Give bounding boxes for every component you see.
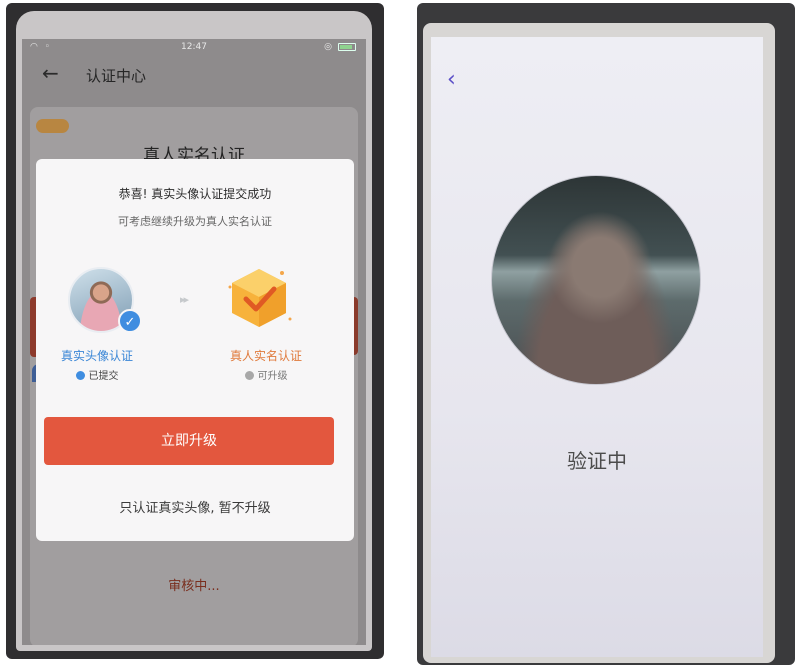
review-status: 审核中... xyxy=(168,579,220,594)
battery-icon xyxy=(338,43,356,51)
step-real-avatar-label: 真实头像认证 xyxy=(60,349,133,363)
status-icons: ◎ xyxy=(324,42,356,52)
back-arrow-icon[interactable]: ← xyxy=(42,61,59,85)
submitted-text: 已提交 xyxy=(88,371,119,382)
face-camera-preview xyxy=(491,175,701,385)
step-real-avatar-status: 已提交 xyxy=(42,367,152,382)
status-bar: ◠ ◦ 12:47 ◎ xyxy=(22,39,366,55)
upgrade-dialog: 恭喜! 真实头像认证提交成功 可考虑继续升级为真人实名认证 ✓ ▸▸ 真实头像认… xyxy=(36,159,354,541)
app-header: ← 认证中心 xyxy=(22,55,366,99)
left-photo: ◠ ◦ 12:47 ◎ ← 认证中心 真人实名认证 审核中... 恭喜! 真实头… xyxy=(6,3,384,659)
page-title: 认证中心 xyxy=(86,67,147,85)
verifying-status: 验证中 xyxy=(567,449,627,473)
upgradable-text: 可升级 xyxy=(257,371,288,382)
phone-screen-left: ◠ ◦ 12:47 ◎ ← 认证中心 真人实名认证 审核中... 恭喜! 真实头… xyxy=(22,39,366,645)
phone-frame-left: ◠ ◦ 12:47 ◎ ← 认证中心 真人实名认证 审核中... 恭喜! 真实头… xyxy=(16,11,372,651)
verified-check-icon: ✓ xyxy=(118,309,142,333)
right-photo: ‹ 验证中 xyxy=(417,3,795,665)
background-tag xyxy=(36,119,70,133)
phone-frame-right: ‹ 验证中 xyxy=(423,23,775,663)
double-arrow-icon: ▸▸ xyxy=(180,293,189,306)
step-real-name-label: 真人实名认证 xyxy=(229,349,302,363)
status-time: 12:47 xyxy=(181,42,207,52)
submitted-dot-icon xyxy=(75,371,85,380)
skip-upgrade-link[interactable]: 只认证真实头像, 暂不升级 xyxy=(36,497,354,516)
upgrade-now-button[interactable]: 立即升级 xyxy=(44,417,334,465)
step-real-name-status: 可升级 xyxy=(206,367,326,382)
upgradable-dot-icon xyxy=(244,371,254,380)
dialog-subtitle: 可考虑继续升级为真人实名认证 xyxy=(118,215,272,228)
back-chevron-icon[interactable]: ‹ xyxy=(447,67,456,92)
phone-screen-right: ‹ 验证中 xyxy=(431,37,763,657)
location-icon: ◎ xyxy=(324,42,332,52)
dialog-title: 恭喜! 真实头像认证提交成功 xyxy=(118,187,272,201)
hexagon-check-icon xyxy=(222,263,296,335)
